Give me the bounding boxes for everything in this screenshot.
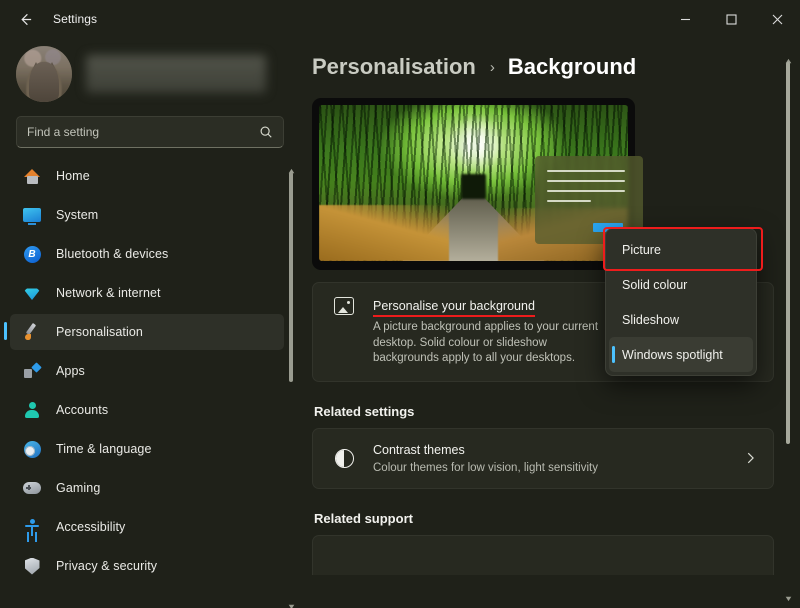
back-arrow-icon — [20, 13, 31, 25]
dropdown-option-label: Windows spotlight — [622, 347, 723, 362]
scroll-up-icon[interactable] — [785, 52, 792, 64]
apps-icon — [22, 361, 42, 381]
sidebar-item-network-internet[interactable]: Network & internet — [10, 275, 284, 311]
sidebar-item-home[interactable]: Home — [10, 158, 284, 194]
app-title: Settings — [53, 12, 98, 26]
sidebar: Find a setting Home System Blueto — [0, 38, 300, 608]
sidebar-item-label: Accessibility — [56, 520, 126, 534]
dropdown-option-slideshow[interactable]: Slideshow — [609, 302, 753, 337]
sidebar-item-label: Network & internet — [56, 286, 161, 300]
dropdown-option-picture[interactable]: Picture — [609, 232, 753, 267]
sidebar-item-label: Privacy & security — [56, 559, 158, 573]
dropdown-option-label: Slideshow — [622, 312, 679, 327]
related-settings-heading: Related settings — [314, 403, 415, 419]
overlay-line — [547, 200, 591, 202]
sidebar-item-system[interactable]: System — [10, 197, 284, 233]
dropdown-option-label: Solid colour — [622, 277, 688, 292]
related-support-heading: Related support — [314, 511, 413, 526]
network-icon — [22, 283, 42, 303]
page-title: Background — [507, 54, 637, 79]
system-icon — [22, 205, 42, 225]
shield-icon — [22, 556, 42, 576]
main-scrollbar[interactable] — [782, 38, 794, 608]
avatar[interactable] — [16, 46, 72, 102]
close-icon — [772, 14, 782, 24]
sidebar-item-label: Gaming — [56, 481, 101, 495]
maximize-icon — [725, 13, 737, 25]
sidebar-item-accessibility[interactable]: Accessibility — [10, 509, 284, 545]
paintbrush-icon — [22, 322, 42, 342]
search-input[interactable]: Find a setting — [16, 116, 284, 148]
window-controls — [662, 0, 800, 38]
home-icon — [22, 166, 42, 186]
accessibility-icon — [22, 517, 42, 537]
scroll-down-icon[interactable] — [785, 589, 792, 602]
row-description: Colour themes for low vision, light sens… — [373, 461, 598, 474]
sidebar-scroll-thumb[interactable] — [289, 172, 293, 382]
sidebar-item-label: System — [56, 208, 99, 222]
dropdown-option-solid-colour[interactable]: Solid colour — [609, 267, 753, 302]
dropdown-option-label: Picture — [622, 242, 661, 257]
search-container: Find a setting — [0, 112, 300, 158]
sidebar-scrollbar[interactable] — [286, 158, 296, 608]
account-name-redacted — [86, 55, 266, 93]
sidebar-item-label: Apps — [56, 364, 85, 378]
contrast-themes-row[interactable]: Contrast themes Colour themes for low vi… — [312, 427, 774, 489]
bluetooth-icon — [22, 244, 42, 264]
minimize-icon — [680, 18, 690, 20]
back-button[interactable] — [8, 4, 42, 34]
desktop-preview — [312, 98, 643, 270]
background-type-dropdown[interactable]: Picture Solid colour Slideshow Windows s… — [605, 228, 757, 376]
picture-icon — [329, 297, 359, 315]
chevron-right-icon — [743, 451, 757, 465]
breadcrumb-separator-icon: › — [489, 58, 495, 76]
main-scroll-thumb[interactable] — [786, 62, 790, 444]
sidebar-item-label: Bluetooth & devices — [56, 247, 169, 261]
sidebar-item-label: Time & language — [56, 442, 152, 456]
accounts-icon — [22, 400, 42, 420]
sidebar-nav[interactable]: Home System Bluetooth & devices Network … — [0, 158, 300, 608]
contrast-icon — [329, 448, 359, 468]
sidebar-item-label: Personalisation — [56, 325, 143, 339]
sidebar-item-apps[interactable]: Apps — [10, 353, 284, 389]
sidebar-item-bluetooth-devices[interactable]: Bluetooth & devices — [10, 236, 284, 272]
close-button[interactable] — [754, 0, 800, 38]
card-text: Contrast themes Colour themes for low vi… — [373, 441, 733, 477]
row-title: Contrast themes — [373, 442, 465, 457]
account-header[interactable] — [0, 38, 300, 112]
sidebar-item-privacy-security[interactable]: Privacy & security — [10, 548, 284, 584]
maximize-button[interactable] — [708, 0, 754, 38]
overlay-line — [547, 170, 625, 172]
search-placeholder: Find a setting — [27, 125, 100, 139]
sidebar-item-accounts[interactable]: Accounts — [10, 392, 284, 428]
card-description: A picture background applies to your cur… — [373, 321, 599, 364]
clock-icon — [22, 439, 42, 459]
sidebar-item-label: Accounts — [56, 403, 109, 417]
wallpaper-detail — [319, 204, 449, 261]
scroll-up-icon[interactable] — [288, 162, 295, 174]
sidebar-item-label: Home — [56, 169, 90, 183]
related-support-card-partial[interactable] — [312, 535, 774, 575]
wallpaper-detail — [461, 173, 486, 199]
dropdown-option-windows-spotlight[interactable]: Windows spotlight — [609, 337, 753, 372]
sidebar-item-time-language[interactable]: Time & language — [10, 431, 284, 467]
settings-window: Settings Find a setting Home System B Bl… — [0, 0, 800, 608]
overlay-line — [547, 180, 625, 182]
card-title: Personalise your background — [373, 299, 535, 317]
overlay-line — [547, 190, 625, 192]
breadcrumb-parent[interactable]: Personalisation — [312, 54, 476, 80]
breadcrumb: Personalisation › Background — [312, 38, 774, 98]
sidebar-item-gaming[interactable]: Gaming — [10, 470, 284, 506]
sidebar-item-personalisation[interactable]: Personalisation — [4, 314, 284, 350]
search-icon — [259, 125, 273, 139]
title-bar: Settings — [0, 0, 800, 38]
gamepad-icon — [22, 478, 42, 498]
scroll-down-icon[interactable] — [288, 597, 295, 608]
avatar-detail — [29, 62, 59, 102]
minimize-button[interactable] — [662, 0, 708, 38]
